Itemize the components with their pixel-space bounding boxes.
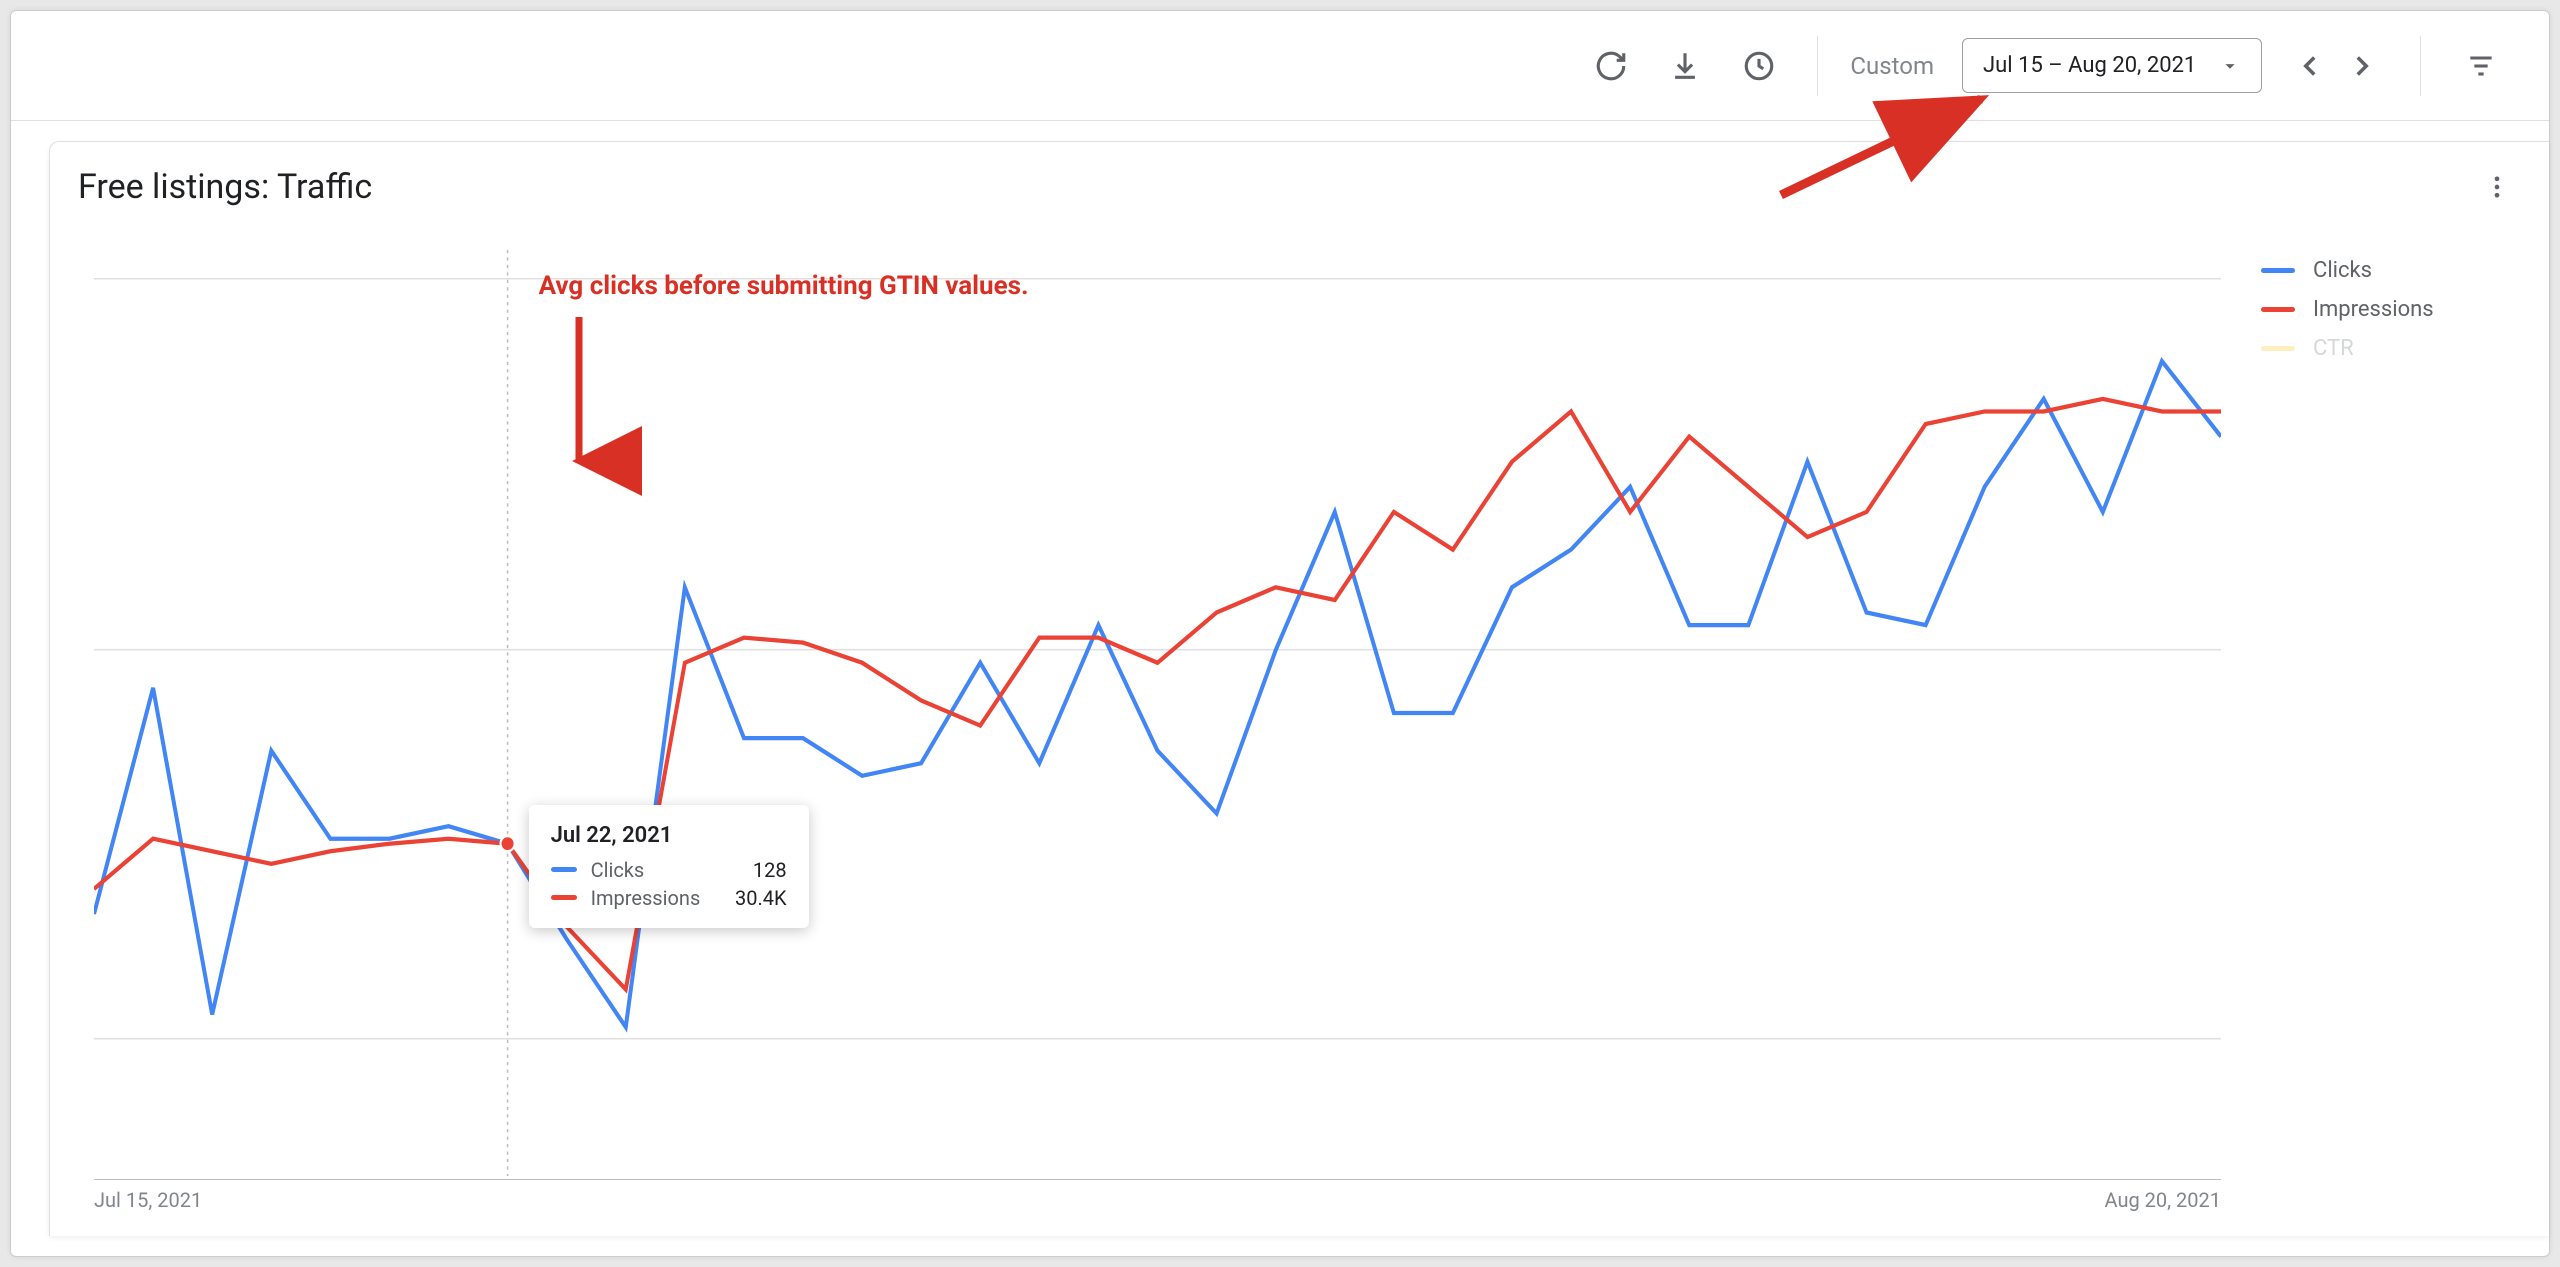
next-range-button[interactable]	[2336, 40, 2388, 92]
tooltip-impressions-value: 30.4K	[735, 886, 787, 910]
divider	[2420, 36, 2421, 96]
x-axis-end: Aug 20, 2021	[2105, 1188, 2222, 1212]
tooltip-impressions-label: Impressions	[591, 886, 721, 910]
annotation-text: Avg clicks before submitting GTIN values…	[539, 271, 1029, 301]
refresh-icon[interactable]	[1585, 40, 1637, 92]
prev-range-button[interactable]	[2284, 40, 2336, 92]
legend-item-impressions[interactable]: Impressions	[2261, 297, 2521, 322]
annotation-arrow-icon	[549, 311, 609, 495]
legend-item-clicks[interactable]: Clicks	[2261, 258, 2521, 283]
tooltip-clicks-label: Clicks	[591, 858, 739, 882]
tooltip-clicks-value: 128	[753, 858, 787, 882]
download-icon[interactable]	[1659, 40, 1711, 92]
card-menu-button[interactable]	[2475, 165, 2519, 209]
date-range-text: Jul 15 – Aug 20, 2021	[1983, 53, 2196, 78]
chart-plot[interactable]	[94, 250, 2221, 1176]
daterange-mode-label: Custom	[1850, 52, 1934, 80]
chart-card: Free listings: Traffic Clicks Impr	[49, 141, 2549, 1236]
caret-down-icon	[2219, 55, 2241, 77]
card-title: Free listings: Traffic	[78, 167, 372, 207]
tooltip-date: Jul 22, 2021	[551, 823, 787, 848]
history-icon[interactable]	[1733, 40, 1785, 92]
chart-legend: Clicks Impressions CTR	[2261, 250, 2521, 375]
x-axis-start: Jul 15, 2021	[94, 1188, 202, 1212]
legend-item-ctr[interactable]: CTR	[2261, 336, 2521, 361]
chart-tooltip: Jul 22, 2021 Clicks 128 Impressions 30.4…	[529, 805, 809, 928]
toolbar: Custom Jul 15 – Aug 20, 2021	[11, 11, 2549, 121]
x-axis: Jul 15, 2021 Aug 20, 2021	[94, 1179, 2221, 1212]
annotation-arrow-to-date-icon	[1771, 85, 2011, 209]
filter-icon[interactable]	[2453, 38, 2509, 94]
